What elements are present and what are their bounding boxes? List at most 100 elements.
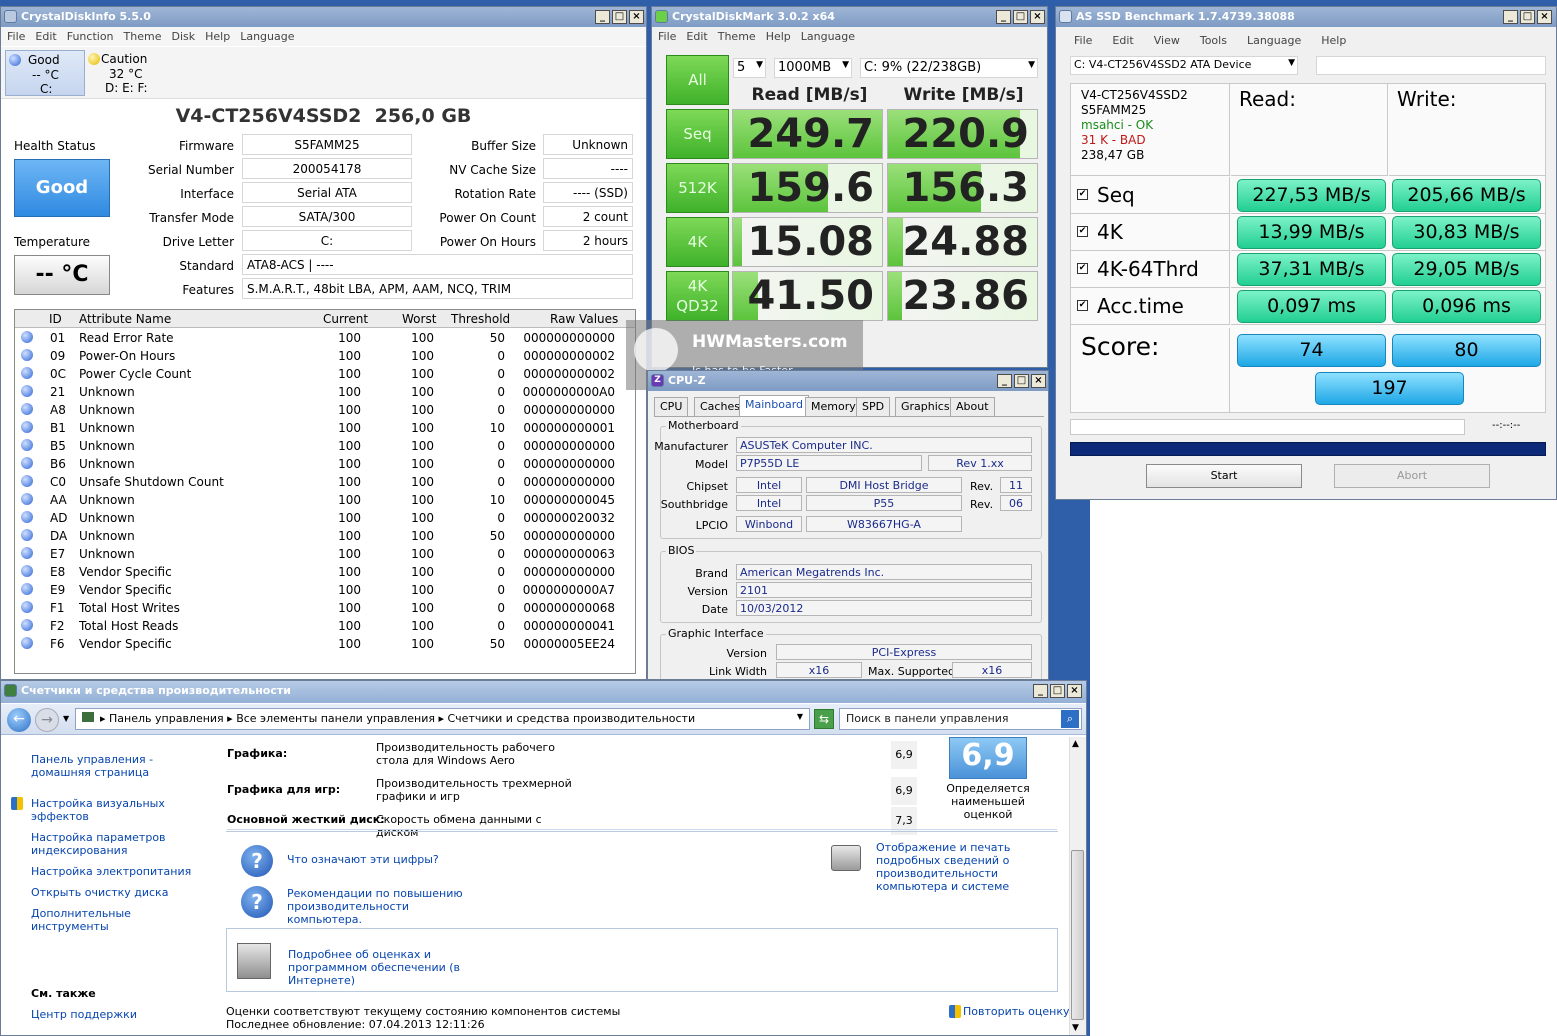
size-select[interactable]: 1000MB ▼ [774, 58, 852, 78]
menu-file[interactable]: File [1074, 34, 1092, 47]
menu-help[interactable]: Help [766, 30, 791, 43]
checkbox-icon[interactable]: ✔ [1077, 300, 1088, 311]
what-do-numbers-mean-link[interactable]: Что означают эти цифры? [287, 853, 439, 866]
menu-language[interactable]: Language [240, 30, 294, 43]
vertical-scrollbar[interactable]: ▲ ▼ [1069, 737, 1086, 1035]
smart-attributes-table[interactable]: ID Attribute Name Current Worst Threshol… [14, 309, 636, 674]
print-details-link[interactable]: Отображение и печать подробных сведений … [876, 841, 1056, 893]
breadcrumb-arrow-icon[interactable]: ▸ [224, 712, 237, 725]
disk-tab-d[interactable]: Caution 32 °C D: E: F: [87, 50, 177, 96]
table-row[interactable]: E7 Unknown 100 100 0 000000000063 [15, 545, 635, 563]
asssd-titlebar[interactable]: AS SSD Benchmark 1.7.4739.38088 [1056, 7, 1556, 27]
address-dropdown-icon[interactable]: ▼ [797, 712, 803, 721]
device-select[interactable]: C: V4-CT256V4SSD2 ATA Device ▼ [1070, 56, 1298, 75]
close-button[interactable]: × [1030, 10, 1045, 24]
minimize-button[interactable]: _ [595, 10, 610, 24]
col-threshold[interactable]: Threshold [451, 312, 510, 326]
menu-file[interactable]: File [7, 30, 25, 43]
menu-edit[interactable]: Edit [1112, 34, 1133, 47]
close-button[interactable]: × [1031, 374, 1046, 388]
menu-theme[interactable]: Theme [718, 30, 756, 43]
perf-titlebar[interactable]: Счетчики и средства производительности [1, 681, 1086, 703]
table-row[interactable]: B1 Unknown 100 100 10 000000000001 [15, 419, 635, 437]
menu-tools[interactable]: Tools [1200, 34, 1227, 47]
scroll-down-icon[interactable]: ▼ [1072, 1023, 1079, 1033]
refresh-icon[interactable]: ⇆ [814, 709, 834, 729]
performance-tips-link[interactable]: Рекомендации по повышению производительн… [287, 887, 487, 926]
breadcrumb-item[interactable]: Счетчики и средства производительности [448, 712, 696, 725]
table-row[interactable]: A8 Unknown 100 100 0 000000000000 [15, 401, 635, 419]
back-button[interactable]: ← [7, 708, 31, 732]
runs-select[interactable]: 5 ▼ [733, 58, 766, 78]
scroll-up-icon[interactable]: ▲ [1072, 739, 1079, 749]
menu-view[interactable]: View [1154, 34, 1180, 47]
close-button[interactable]: × [1067, 684, 1082, 698]
sidebar-link-4[interactable]: Открыть очистку диска [31, 886, 201, 899]
table-row[interactable]: 09 Power-On Hours 100 100 0 000000000002 [15, 347, 635, 365]
table-row[interactable]: 21 Unknown 100 100 0 0000000000A0 [15, 383, 635, 401]
tab-about[interactable]: About [950, 397, 995, 416]
col-worst[interactable]: Worst [402, 312, 436, 326]
menu-edit[interactable]: Edit [35, 30, 56, 43]
table-row[interactable]: 01 Read Error Rate 100 100 50 000000000000 [15, 329, 635, 347]
checkbox-icon[interactable]: ✔ [1077, 189, 1088, 200]
sidebar-link-3[interactable]: Настройка электропитания [31, 865, 201, 878]
maximize-button[interactable]: □ [612, 10, 627, 24]
checkbox-icon[interactable]: ✔ [1077, 226, 1088, 237]
cdi-titlebar[interactable]: CrystalDiskInfo 5.5.0 [1, 7, 646, 27]
test-button-512k[interactable]: 512K [666, 163, 729, 213]
sidebar-link-1[interactable]: Настройка визуальных эффектов [31, 797, 201, 823]
drive-select[interactable]: C: 9% (22/238GB) ▼ [860, 58, 1038, 78]
disk-tab-c[interactable]: Good -- °C C: [5, 50, 85, 96]
search-icon[interactable]: ⌕ [1061, 710, 1079, 728]
col-current[interactable]: Current [323, 312, 368, 326]
menu-help[interactable]: Help [1321, 34, 1346, 47]
menu-help[interactable]: Help [205, 30, 230, 43]
table-row[interactable]: B6 Unknown 100 100 0 000000000000 [15, 455, 635, 473]
table-row[interactable]: E9 Vendor Specific 100 100 0 0000000000A7 [15, 581, 635, 599]
table-row[interactable]: AD Unknown 100 100 0 000000020032 [15, 509, 635, 527]
test-button-4k[interactable]: 4K QD32 [666, 271, 729, 321]
menu-disk[interactable]: Disk [171, 30, 195, 43]
device-path-field[interactable] [1316, 56, 1546, 75]
table-row[interactable]: F1 Total Host Writes 100 100 0 000000000068 [15, 599, 635, 617]
menu-language[interactable]: Language [801, 30, 855, 43]
tab-memory[interactable]: Memory [805, 397, 862, 416]
tab-mainboard[interactable]: Mainboard [739, 395, 810, 416]
menu-theme[interactable]: Theme [124, 30, 162, 43]
checkbox-icon[interactable]: ✔ [1077, 263, 1088, 274]
table-row[interactable]: E8 Vendor Specific 100 100 0 000000000000 [15, 563, 635, 581]
address-breadcrumb[interactable]: ▸ Панель управления ▸ Все элементы панел… [75, 708, 810, 730]
close-button[interactable]: × [629, 10, 644, 24]
tab-cpu[interactable]: CPU [654, 397, 689, 416]
sidebar-link-5[interactable]: Дополнительные инструменты [31, 907, 201, 933]
tab-spd[interactable]: SPD [856, 397, 891, 416]
search-input[interactable]: Поиск в панели управления ⌕ [839, 708, 1082, 730]
minimize-button[interactable]: _ [996, 10, 1011, 24]
table-row[interactable]: B5 Unknown 100 100 0 000000000000 [15, 437, 635, 455]
breadcrumb-item[interactable]: Все элементы панели управления [236, 712, 435, 725]
scroll-thumb[interactable] [1071, 850, 1084, 1020]
menu-function[interactable]: Function [67, 30, 114, 43]
breadcrumb-arrow-icon[interactable]: ▸ [435, 712, 448, 725]
table-row[interactable]: F2 Total Host Reads 100 100 0 000000000041 [15, 617, 635, 635]
col-raw-values[interactable]: Raw Values [550, 312, 618, 326]
maximize-button[interactable]: □ [1014, 374, 1029, 388]
forward-button[interactable]: → [35, 708, 59, 732]
online-info-link[interactable]: Подробнее об оценках и программном обесп… [288, 948, 508, 987]
cpuz-titlebar[interactable]: Z CPU-Z [648, 371, 1048, 391]
abort-button[interactable]: Abort [1334, 464, 1490, 488]
run-all-button[interactable]: All [666, 55, 729, 105]
minimize-button[interactable]: _ [997, 374, 1012, 388]
sidebar-link-0[interactable]: Панель управления - домашняя страница [31, 753, 201, 779]
menu-edit[interactable]: Edit [686, 30, 707, 43]
table-row[interactable]: C0 Unsafe Shutdown Count 100 100 0 0000000000… [15, 473, 635, 491]
rerun-assessment-link[interactable]: Повторить оценку [963, 1005, 1069, 1018]
table-row[interactable]: F6 Vendor Specific 100 100 50 00000005EE24 [15, 635, 635, 653]
cdm-titlebar[interactable]: CrystalDiskMark 3.0.2 x64 [652, 7, 1047, 27]
maximize-button[interactable]: □ [1013, 10, 1028, 24]
test-button-4k[interactable]: 4K [666, 217, 729, 267]
health-status-button[interactable]: Good [14, 159, 110, 217]
menu-language[interactable]: Language [1247, 34, 1301, 47]
menu-file[interactable]: File [658, 30, 676, 43]
